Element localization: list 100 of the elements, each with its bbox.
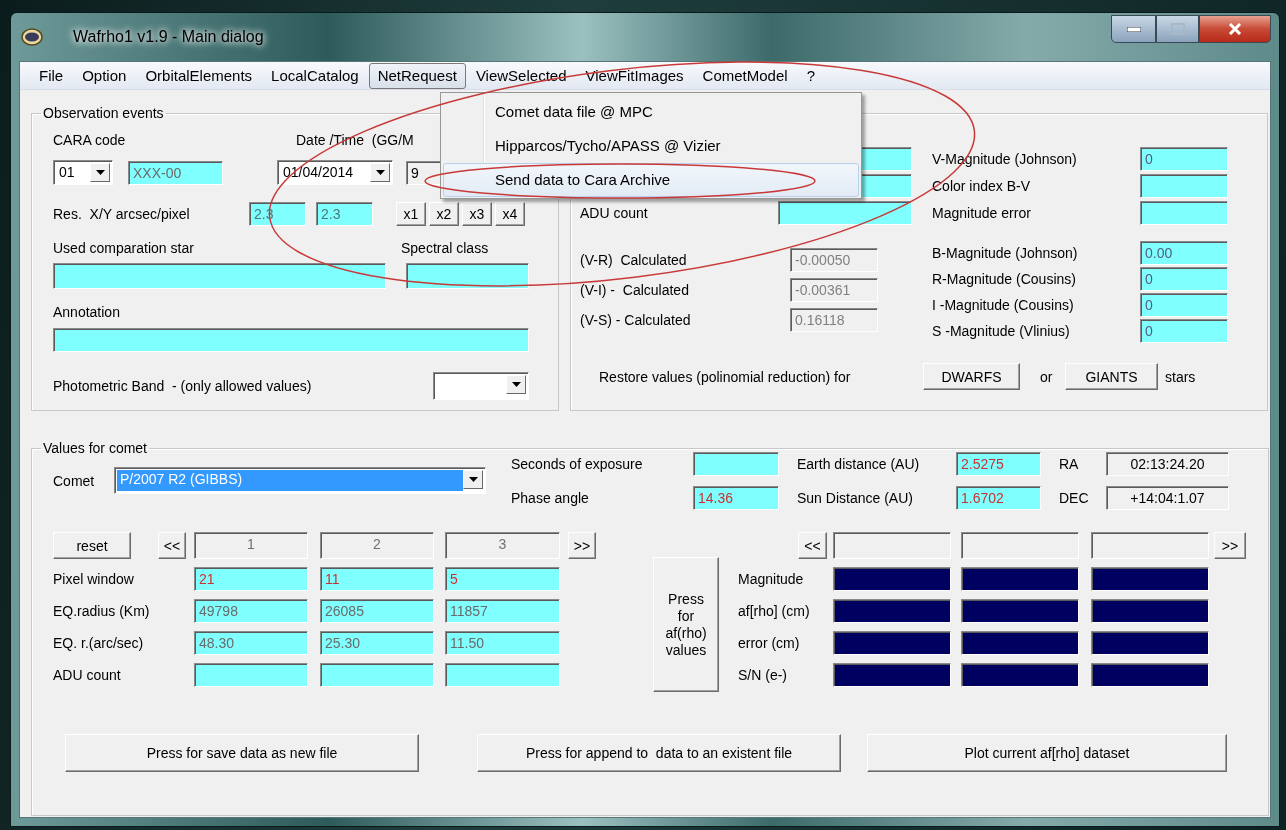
menu-item[interactable]: NetRequest bbox=[368, 62, 466, 89]
dwarfs-button[interactable]: DWARFS bbox=[923, 363, 1020, 390]
menu-item[interactable]: Hipparcos/Tycho/APASS @ Vizier bbox=[443, 129, 859, 163]
previous-button[interactable]: << bbox=[798, 532, 827, 559]
field-label: Seconds of exposure bbox=[511, 454, 644, 473]
sun-distance-field[interactable]: 1.6702 bbox=[956, 485, 1041, 510]
next-button[interactable]: >> bbox=[568, 532, 596, 559]
menu-item[interactable]: Comet data file @ MPC bbox=[443, 95, 859, 129]
menu-item[interactable]: LocalCatalog bbox=[262, 62, 368, 89]
value-field[interactable]: 11.50 bbox=[445, 630, 560, 655]
earth-distance-field[interactable]: 2.5275 bbox=[956, 451, 1041, 476]
field-label: I -Magnitude (Cousins) bbox=[932, 296, 1075, 314]
caret-icon bbox=[511, 382, 521, 387]
comparison-star-field[interactable] bbox=[53, 263, 386, 289]
magnitude-field[interactable]: 0 bbox=[1140, 293, 1228, 317]
column-header[interactable] bbox=[833, 532, 951, 559]
value-field[interactable]: 11857 bbox=[445, 598, 560, 623]
caret-icon bbox=[468, 477, 478, 482]
row-label: S/N (e-) bbox=[738, 665, 788, 684]
menu-item[interactable]: OrbitalElements bbox=[136, 62, 262, 89]
column-header[interactable]: 3 bbox=[445, 532, 560, 559]
result-field[interactable] bbox=[961, 598, 1079, 623]
value-field[interactable]: 5 bbox=[445, 566, 560, 591]
cara-id-field[interactable]: XXX-00 bbox=[128, 160, 223, 185]
menu-item[interactable]: ViewSelected bbox=[466, 62, 576, 89]
column-header[interactable] bbox=[961, 532, 1079, 559]
result-field[interactable] bbox=[833, 566, 951, 591]
result-field[interactable] bbox=[1091, 630, 1209, 655]
afrho-button[interactable]: Press for af(rho) values bbox=[653, 557, 719, 692]
menu-item[interactable]: CometModel bbox=[693, 62, 797, 89]
field-label: stars bbox=[1165, 367, 1196, 386]
column-header[interactable] bbox=[1091, 532, 1209, 559]
ra-field[interactable]: 02:13:24.20 bbox=[1106, 451, 1229, 476]
menu-item[interactable]: Option bbox=[73, 62, 136, 89]
scale-button[interactable]: x3 bbox=[462, 202, 492, 226]
result-field[interactable] bbox=[961, 630, 1079, 655]
magnitude-field[interactable] bbox=[1140, 200, 1228, 225]
app-logo-icon bbox=[21, 28, 43, 46]
value-field[interactable] bbox=[194, 662, 308, 687]
resolution-y-field[interactable]: 2.3 bbox=[316, 202, 373, 226]
result-field[interactable] bbox=[1091, 662, 1209, 687]
spectral-class-field[interactable] bbox=[406, 263, 529, 289]
result-field[interactable] bbox=[833, 662, 951, 687]
field-label: or bbox=[1040, 367, 1054, 386]
value-field[interactable]: 26085 bbox=[320, 598, 434, 623]
field-label: Phase angle bbox=[511, 488, 590, 507]
result-field[interactable] bbox=[961, 566, 1079, 591]
field-label: ADU count bbox=[580, 203, 649, 222]
magnitude-field[interactable]: 0.00 bbox=[1140, 241, 1228, 265]
field-label: Spectral class bbox=[401, 239, 489, 257]
row-label: af[rho] (cm) bbox=[738, 601, 811, 620]
magnitude-field[interactable]: 0 bbox=[1140, 146, 1228, 171]
menu-item[interactable]: Send data to Cara Archive bbox=[443, 163, 859, 197]
field-label: (V-R) Calculated bbox=[580, 251, 688, 269]
scale-button[interactable]: x1 bbox=[396, 202, 426, 226]
magnitude-field[interactable] bbox=[1140, 173, 1228, 198]
value-field[interactable]: 11 bbox=[320, 566, 434, 591]
scale-button[interactable]: x4 bbox=[495, 202, 525, 226]
menu-item[interactable]: File bbox=[30, 62, 73, 89]
maximize-button[interactable] bbox=[1156, 15, 1199, 43]
next-button[interactable]: >> bbox=[1214, 532, 1246, 559]
result-field[interactable] bbox=[961, 662, 1079, 687]
reset-button[interactable]: reset bbox=[53, 532, 131, 559]
column-header[interactable]: 1 bbox=[194, 532, 308, 559]
field-label: Annotation bbox=[53, 303, 120, 321]
caret-icon bbox=[95, 170, 105, 175]
action-button[interactable]: Press for save data as new file bbox=[65, 734, 419, 772]
dec-field[interactable]: +14:04:1.07 bbox=[1106, 485, 1229, 510]
cara-code-dropdown[interactable]: 01 bbox=[53, 160, 113, 185]
band-dropdown[interactable] bbox=[433, 372, 529, 400]
menu-item[interactable]: ? bbox=[797, 62, 824, 89]
result-field[interactable] bbox=[1091, 598, 1209, 623]
value-field[interactable]: 25.30 bbox=[320, 630, 434, 655]
value-field[interactable] bbox=[320, 662, 434, 687]
value-field[interactable]: 21 bbox=[194, 566, 308, 591]
field-label: DEC bbox=[1059, 488, 1090, 507]
column-header[interactable]: 2 bbox=[320, 532, 434, 559]
action-button[interactable]: Plot current af[rho] dataset bbox=[867, 734, 1227, 772]
field-label: S -Magnitude (Vlinius) bbox=[932, 322, 1071, 340]
action-button[interactable]: Press for append to data to an existent file bbox=[477, 734, 841, 772]
value-field[interactable] bbox=[445, 662, 560, 687]
menu-item[interactable]: ViewFitImages bbox=[576, 62, 693, 89]
exposure-field[interactable] bbox=[693, 451, 779, 476]
result-field[interactable] bbox=[833, 630, 951, 655]
giants-button[interactable]: GIANTS bbox=[1065, 363, 1158, 390]
result-field[interactable] bbox=[1091, 566, 1209, 591]
adu-count-field[interactable] bbox=[778, 200, 912, 225]
annotation-field[interactable] bbox=[53, 328, 529, 352]
value-field[interactable]: 49798 bbox=[194, 598, 308, 623]
magnitude-field[interactable]: 0 bbox=[1140, 267, 1228, 291]
field-label: R-Magnitude (Cousins) bbox=[932, 270, 1077, 288]
result-field[interactable] bbox=[833, 598, 951, 623]
magnitude-field[interactable]: 0 bbox=[1140, 319, 1228, 343]
close-button[interactable] bbox=[1199, 15, 1271, 43]
phase-angle-field[interactable]: 14.36 bbox=[693, 485, 779, 510]
value-field[interactable]: 48.30 bbox=[194, 630, 308, 655]
previous-button[interactable]: << bbox=[158, 532, 186, 559]
minimize-button[interactable] bbox=[1111, 15, 1156, 43]
field-label: Color index B-V bbox=[932, 176, 1032, 195]
scale-button[interactable]: x2 bbox=[429, 202, 459, 226]
